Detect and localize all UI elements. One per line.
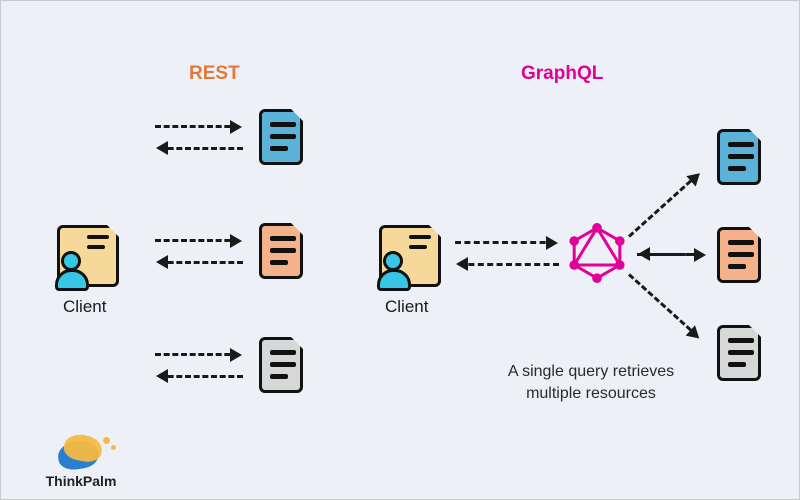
client-graphql (379, 225, 441, 287)
thinkpalm-logo-text: ThinkPalm (31, 473, 131, 489)
doc-gql-2 (717, 227, 761, 283)
label-client-left: Client (63, 297, 106, 317)
arrow-gql-to-doc3 (628, 273, 698, 337)
caption-single-query: A single query retrieves multiple resour… (471, 361, 711, 404)
arrow-rest-1-req (155, 125, 239, 128)
arrow-rest-3-res (159, 375, 243, 378)
arrow-gql-to-client (459, 263, 559, 266)
arrow-rest-2-res (159, 261, 243, 264)
doc-rest-2 (259, 223, 303, 279)
diagram-canvas: REST GraphQL Client Client (0, 0, 800, 500)
arrow-rest-1-res (159, 147, 243, 150)
arrow-client-to-gql (455, 241, 555, 244)
client-rest (57, 225, 119, 287)
doc-rest-1 (259, 109, 303, 165)
heading-rest: REST (189, 63, 240, 85)
arrow-gql-to-doc1 (628, 174, 698, 238)
arrow-gql-to-doc2-in (641, 253, 701, 256)
heading-graphql: GraphQL (521, 63, 603, 85)
graphql-logo-icon (567, 223, 627, 283)
doc-gql-3 (717, 325, 761, 381)
arrow-rest-2-req (155, 239, 239, 242)
doc-gql-1 (717, 129, 761, 185)
thinkpalm-logo: ThinkPalm (31, 433, 131, 489)
doc-rest-3 (259, 337, 303, 393)
label-client-right: Client (385, 297, 428, 317)
arrow-rest-3-req (155, 353, 239, 356)
